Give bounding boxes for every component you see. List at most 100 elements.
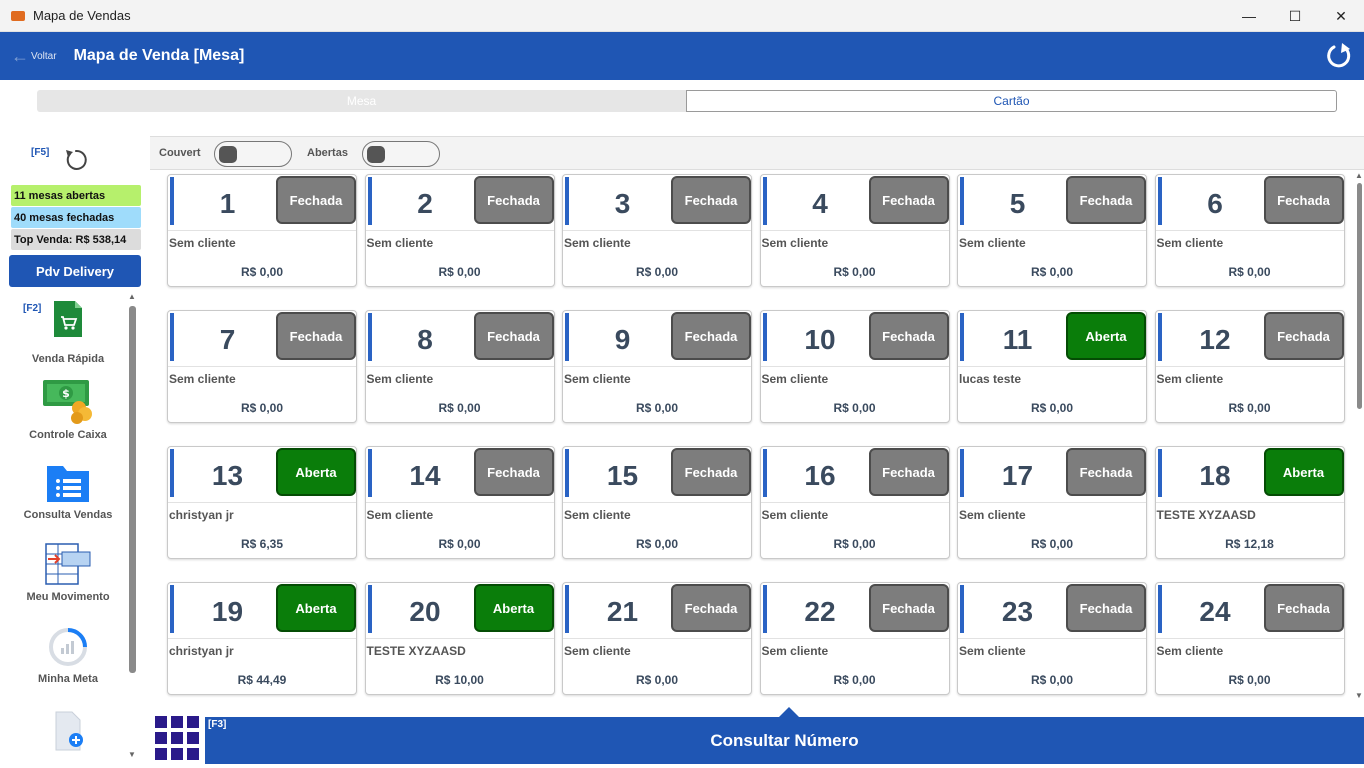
scroll-up-icon[interactable]: ▲ [128, 292, 136, 301]
status-badge[interactable]: Fechada [1066, 176, 1146, 224]
status-badge[interactable]: Aberta [1263, 448, 1344, 496]
table-value: R$ 44,49 [237, 673, 287, 687]
maximize-button[interactable]: ☐ [1272, 0, 1318, 32]
table-number: 6 [1207, 188, 1223, 219]
sidebar-item-minha-meta[interactable]: Minha Meta [8, 626, 128, 685]
table-card[interactable]: 1 Fechada Sem cliente R$ 0,00 [167, 174, 357, 287]
table-card[interactable]: 3 Fechada Sem cliente R$ 0,00 [562, 174, 752, 287]
table-value: R$ 0,00 [1030, 401, 1074, 415]
table-number: 24 [1199, 596, 1231, 627]
table-card[interactable]: 16 Fechada Sem cliente R$ 0,00 [759, 446, 950, 559]
status-badge[interactable]: Fechada [1066, 448, 1146, 496]
status-badge[interactable]: Fechada [473, 448, 554, 496]
tables-scrollbar-thumb[interactable] [1357, 183, 1362, 409]
minimize-button[interactable]: — [1226, 0, 1272, 32]
table-card[interactable]: 11 Aberta lucas teste R$ 0,00 [957, 310, 1147, 423]
card-divider [958, 230, 1146, 231]
table-card[interactable]: 7 Fechada Sem cliente R$ 0,00 [167, 310, 357, 423]
close-button[interactable]: ✕ [1318, 0, 1364, 32]
table-card[interactable]: 14 Fechada Sem cliente R$ 0,00 [364, 446, 555, 559]
table-card[interactable]: 9 Fechada Sem cliente R$ 0,00 [562, 310, 752, 423]
table-value: R$ 0,00 [438, 401, 481, 415]
status-badge[interactable]: Fechada [1263, 176, 1344, 224]
table-card[interactable]: 5 Fechada Sem cliente R$ 0,00 [957, 174, 1147, 287]
status-badge[interactable]: Fechada [868, 176, 949, 224]
client-name: TESTE XYZAASD [366, 644, 466, 658]
card-divider [958, 638, 1146, 639]
status-badge[interactable]: Aberta [1066, 312, 1146, 360]
client-name: christyan jr [169, 644, 234, 658]
sidebar-item-meu-movimento[interactable]: Meu Movimento [8, 542, 128, 603]
status-badge[interactable]: Aberta [473, 584, 554, 632]
reload-icon[interactable] [62, 146, 90, 174]
table-card[interactable]: 22 Fechada Sem cliente R$ 0,00 [759, 582, 950, 695]
abertas-toggle[interactable] [362, 141, 440, 167]
status-badge[interactable]: Fechada [473, 312, 554, 360]
mode-tabs: Mesa Cartão [37, 90, 1337, 112]
table-card[interactable]: 23 Fechada Sem cliente R$ 0,00 [957, 582, 1147, 695]
status-badge[interactable]: Fechada [671, 584, 751, 632]
table-card[interactable]: 18 Aberta TESTE XYZAASD R$ 12,18 [1154, 446, 1345, 559]
status-badge[interactable]: Fechada [1066, 584, 1146, 632]
status-badge[interactable]: Fechada [868, 448, 949, 496]
scroll-down-icon[interactable]: ▼ [1355, 691, 1363, 700]
table-card[interactable]: 12 Fechada Sem cliente R$ 0,00 [1154, 310, 1345, 423]
status-badge[interactable]: Fechada [671, 448, 751, 496]
table-card[interactable]: 21 Fechada Sem cliente R$ 0,00 [562, 582, 752, 695]
sidebar-scrollbar[interactable]: ▲ ▼ [128, 292, 137, 762]
list-folder-icon [47, 466, 89, 502]
sidebar-scrollbar-thumb[interactable] [129, 306, 136, 673]
table-card[interactable]: 10 Fechada Sem cliente R$ 0,00 [759, 310, 950, 423]
client-name: Sem cliente [959, 508, 1026, 522]
sidebar-item-controle-caixa[interactable]: $ Controle Caixa [8, 376, 128, 441]
table-value: R$ 0,00 [833, 537, 876, 551]
table-card[interactable]: 15 Fechada Sem cliente R$ 0,00 [562, 446, 752, 559]
table-card[interactable]: 17 Fechada Sem cliente R$ 0,00 [957, 446, 1147, 559]
table-card[interactable]: 13 Aberta christyan jr R$ 6,35 [167, 446, 357, 559]
status-badge[interactable]: Fechada [868, 584, 949, 632]
pdv-delivery-button[interactable]: Pdv Delivery [9, 255, 141, 287]
table-number: 19 [211, 596, 244, 627]
table-card[interactable]: 8 Fechada Sem cliente R$ 0,00 [364, 310, 555, 423]
card-divider [168, 366, 356, 367]
sidebar-item-novo-documento[interactable] [8, 710, 128, 757]
table-number: 16 [804, 460, 836, 491]
scroll-down-icon[interactable]: ▼ [128, 750, 136, 759]
consult-number-button[interactable]: [F3] Consultar Número [205, 707, 1364, 764]
minimize-icon: — [1242, 8, 1256, 24]
status-badge[interactable]: Fechada [1263, 312, 1344, 360]
couvert-toggle[interactable] [214, 141, 292, 167]
status-badge[interactable]: Fechada [276, 312, 356, 360]
tab-cartao[interactable]: Cartão [686, 90, 1337, 112]
card-divider [168, 638, 356, 639]
status-badge[interactable]: Fechada [276, 176, 356, 224]
top-sale-stat: Top Venda: R$ 538,14 [11, 229, 141, 250]
status-badge[interactable]: Fechada [671, 176, 751, 224]
back-button[interactable]: ← Voltar [11, 46, 57, 67]
table-value: R$ 12,18 [1225, 537, 1274, 551]
table-card[interactable]: 4 Fechada Sem cliente R$ 0,00 [759, 174, 950, 287]
client-name: Sem cliente [761, 236, 829, 250]
table-card[interactable]: 20 Aberta TESTE XYZAASD R$ 10,00 [364, 582, 555, 695]
status-badge[interactable]: Fechada [671, 312, 751, 360]
status-badge[interactable]: Fechada [1263, 584, 1344, 632]
tab-mesa[interactable]: Mesa [37, 90, 686, 112]
window-titlebar: Mapa de Vendas — ☐ ✕ [0, 0, 1364, 32]
table-card[interactable]: 24 Fechada Sem cliente R$ 0,00 [1154, 582, 1345, 695]
table-card[interactable]: 2 Fechada Sem cliente R$ 0,00 [364, 174, 555, 287]
client-name: christyan jr [169, 508, 234, 522]
status-badge[interactable]: Aberta [276, 448, 356, 496]
status-badge[interactable]: Aberta [276, 584, 356, 632]
table-card[interactable]: 19 Aberta christyan jr R$ 44,49 [167, 582, 357, 695]
status-badge[interactable]: Fechada [868, 312, 949, 360]
status-badge[interactable]: Fechada [473, 176, 554, 224]
card-divider [365, 502, 554, 503]
table-card[interactable]: 6 Fechada Sem cliente R$ 0,00 [1154, 174, 1345, 287]
keypad-grid-icon[interactable] [155, 716, 199, 760]
scroll-up-icon[interactable]: ▲ [1355, 171, 1363, 180]
sidebar-item-consulta-vendas[interactable]: Consulta Vendas [8, 462, 128, 521]
sidebar-item-label: Consulta Vendas [23, 509, 113, 521]
sidebar-item-venda-rapida[interactable]: Venda Rápida [8, 299, 128, 365]
tables-scrollbar[interactable]: ▲ ▼ [1355, 171, 1364, 705]
refresh-icon[interactable] [1324, 41, 1354, 71]
